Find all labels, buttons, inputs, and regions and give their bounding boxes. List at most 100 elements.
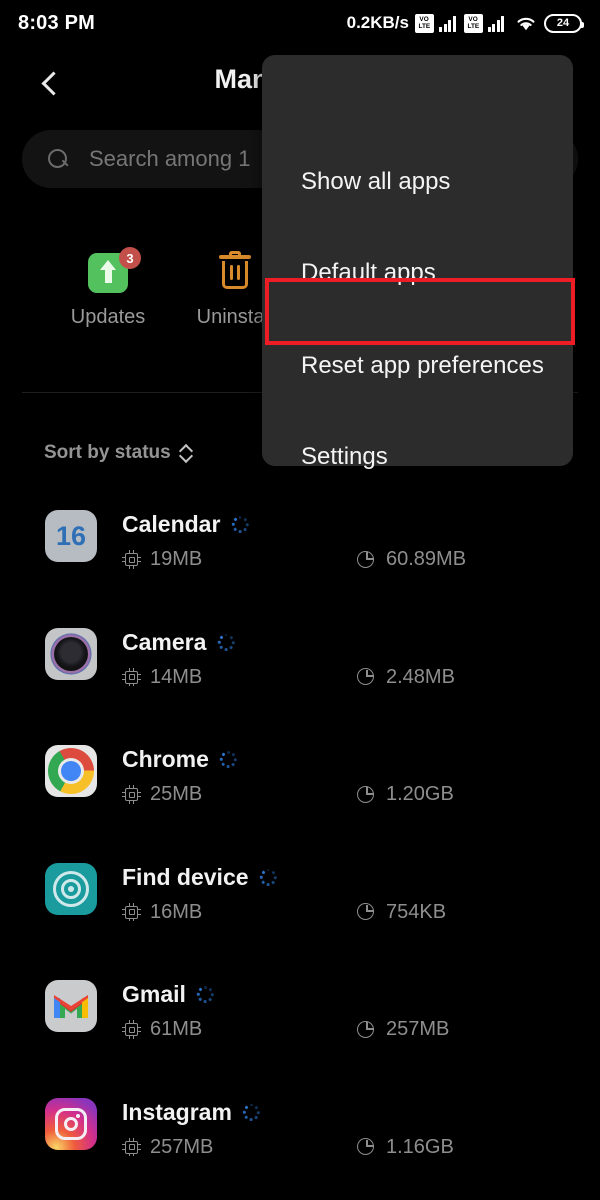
camera-icon xyxy=(45,627,97,680)
app-data-group: 257MB xyxy=(357,1018,449,1041)
app-data-text: 60.89MB xyxy=(386,548,467,570)
wifi-icon xyxy=(515,14,537,32)
app-meta: 16MB 754KB xyxy=(122,901,542,924)
pie-chart-icon xyxy=(357,1020,377,1040)
app-data-group: 1.20GB xyxy=(357,783,454,806)
calendar-icon: 16 xyxy=(45,510,97,562)
chip-icon xyxy=(122,785,141,804)
pie-chart-icon xyxy=(357,550,377,570)
app-name: Chrome xyxy=(122,746,209,772)
app-size-group: 14MB xyxy=(122,666,357,689)
menu-item-settings[interactable]: Settings xyxy=(262,429,573,485)
app-name-row: Find device xyxy=(122,864,277,891)
menu-item-default-apps[interactable]: Default apps xyxy=(262,245,573,301)
chip-icon xyxy=(122,550,141,569)
table-row[interactable]: Instagram 257MB 1.16GB xyxy=(0,1086,600,1200)
menu-item-reset-app-preferences[interactable]: Reset app preferences xyxy=(262,338,573,394)
app-size-text: 16MB xyxy=(150,900,203,923)
signal-bars-icon-2 xyxy=(487,15,504,32)
loading-spinner-icon xyxy=(219,751,237,768)
quick-action-updates[interactable]: 3 Updates xyxy=(43,247,173,329)
app-data-group: 60.89MB xyxy=(357,548,466,571)
quick-action-updates-label: Updates xyxy=(70,306,146,328)
app-data-text: 1.20GB xyxy=(386,783,454,805)
app-meta: 14MB 2.48MB xyxy=(122,666,542,689)
chip-icon xyxy=(122,667,141,687)
app-size-text: 25MB xyxy=(150,783,203,805)
loading-spinner-icon xyxy=(242,1103,260,1121)
app-list: 16 Calendar 19MB 60.89MB Camera 14MB 2.4… xyxy=(0,498,600,1200)
app-data-text: 754KB xyxy=(386,900,447,923)
search-icon xyxy=(48,148,69,170)
sort-label: Sort by status xyxy=(44,442,171,463)
chip-icon xyxy=(122,1137,141,1157)
app-meta: 19MB 60.89MB xyxy=(122,548,542,571)
app-size-text: 14MB xyxy=(150,665,203,688)
volte-top-text-2: VO xyxy=(468,15,478,23)
app-name-row: Chrome xyxy=(122,746,237,773)
menu-item-show-all-apps[interactable]: Show all apps xyxy=(262,154,573,210)
calendar-icon-text: 16 xyxy=(45,510,97,562)
app-size-group: 19MB xyxy=(122,548,357,571)
app-name: Calendar xyxy=(122,511,221,537)
app-name: Instagram xyxy=(122,1098,232,1125)
volte-top-text: VO xyxy=(419,15,430,23)
instagram-icon xyxy=(45,1097,97,1150)
table-row[interactable]: Chrome 25MB 1.20GB xyxy=(0,733,600,851)
status-bar-clock: 8:03 PM xyxy=(18,11,95,34)
network-speed-text: 0.2KB/s xyxy=(346,13,409,32)
loading-spinner-icon xyxy=(259,868,277,886)
pie-chart-icon xyxy=(357,785,377,805)
sort-control[interactable]: Sort by status xyxy=(44,442,193,464)
app-name: Gmail xyxy=(122,981,186,1007)
battery-icon: 24 xyxy=(544,13,584,33)
gmail-icon xyxy=(45,980,97,1032)
app-name: Camera xyxy=(122,628,207,655)
chip-icon xyxy=(122,1020,141,1039)
app-data-text: 1.16GB xyxy=(386,1135,454,1158)
loading-spinner-icon xyxy=(196,986,214,1003)
table-row[interactable]: 16 Calendar 19MB 60.89MB xyxy=(0,498,600,616)
app-data-group: 1.16GB xyxy=(357,1136,454,1159)
signal-bars-icon xyxy=(439,15,456,32)
pie-chart-icon xyxy=(357,1137,377,1157)
trash-icon xyxy=(218,251,252,293)
phone-screen: 8:03 PM 0.2KB/s VO LTE VO LTE 24 Search … xyxy=(0,0,600,1200)
app-data-text: 2.48MB xyxy=(386,665,455,688)
app-name: Find device xyxy=(122,863,249,890)
app-size-group: 16MB xyxy=(122,901,357,924)
table-row[interactable]: Gmail 61MB 257MB xyxy=(0,968,600,1086)
pie-chart-icon xyxy=(357,902,377,922)
app-size-text: 61MB xyxy=(150,1018,203,1040)
chip-icon xyxy=(122,902,141,922)
sort-chevron-icon xyxy=(180,443,193,463)
app-meta: 25MB 1.20GB xyxy=(122,783,542,806)
volte-icon-2: VO LTE xyxy=(463,13,483,33)
app-size-group: 61MB xyxy=(122,1018,357,1041)
app-data-group: 2.48MB xyxy=(357,666,455,689)
app-size-text: 19MB xyxy=(150,548,203,570)
app-name-row: Camera xyxy=(122,628,235,656)
app-meta: 61MB 257MB xyxy=(122,1018,542,1041)
app-data-group: 754KB xyxy=(357,901,446,924)
table-row[interactable]: Find device 16MB 754KB xyxy=(0,851,600,969)
app-name-row: Calendar xyxy=(122,511,249,538)
app-data-text: 257MB xyxy=(386,1018,450,1040)
status-bar: 8:03 PM 0.2KB/s VO LTE VO LTE 24 xyxy=(0,0,600,46)
app-size-text: 257MB xyxy=(150,1135,214,1158)
volte-icon: VO LTE xyxy=(415,13,434,33)
pie-chart-icon xyxy=(357,667,377,687)
app-name-row: Instagram xyxy=(122,1099,260,1126)
table-row[interactable]: Camera 14MB 2.48MB xyxy=(0,616,600,734)
loading-spinner-icon xyxy=(231,516,249,533)
app-size-group: 257MB xyxy=(122,1136,357,1159)
search-input[interactable]: Search among 1 xyxy=(89,146,250,172)
status-bar-icons: 0.2KB/s VO LTE VO LTE 24 xyxy=(346,13,584,33)
chrome-icon xyxy=(45,745,97,797)
volte-bottom-text: LTE xyxy=(418,23,431,30)
volte-bottom-text-2: LTE xyxy=(467,23,479,30)
app-name-row: Gmail xyxy=(122,981,214,1008)
loading-spinner-icon xyxy=(217,633,235,651)
battery-percent-text: 24 xyxy=(556,17,570,29)
updates-badge: 3 xyxy=(119,247,141,269)
